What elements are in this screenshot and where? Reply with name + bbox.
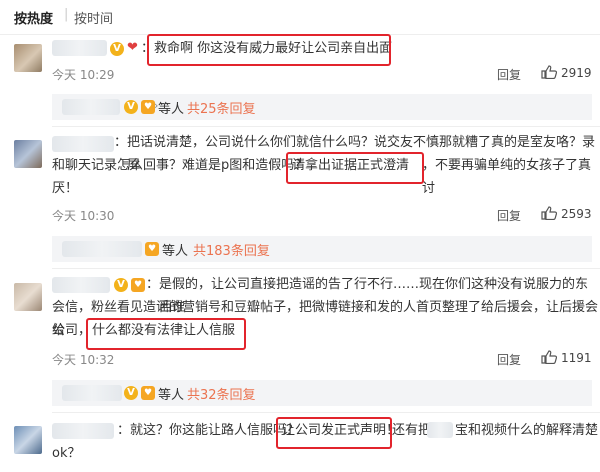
avatar[interactable] [14,44,42,72]
divider [52,412,600,413]
sort-by-hot-tab[interactable]: 按热度 [14,8,53,27]
comment-text-line: 还有把 [392,423,432,438]
reply-button[interactable]: 回复 [497,207,521,224]
avatar[interactable] [14,283,42,311]
reply-button[interactable]: 回复 [497,351,521,368]
reply-count-link[interactable]: 共25条回复 [187,98,256,117]
vip-badge-icon: V [110,42,124,56]
thumbs-up-icon[interactable] [541,65,557,79]
highlight-box [86,318,246,350]
like-count: 2919 [561,66,592,80]
comment-text-line: ，不要再骗单纯的女孩子了真讨 [422,158,592,196]
reply-others-label: 等人 [162,244,189,259]
divider [52,126,600,127]
heart-icon: ❤ [127,40,138,55]
vip-badge-icon: V [124,100,138,114]
vip-badge-icon: V [114,278,128,292]
like-count: 1191 [561,351,592,365]
username-colon: ： [117,423,131,438]
fan-badge-icon: ♥ [145,242,159,256]
username-colon: ： [146,277,160,292]
username-blurred[interactable] [52,40,107,56]
comment-text-line: 和聊天记录怎么回事？难道是p图和造假吗？ [52,158,308,173]
comment-text-line: 厌！ [52,181,79,196]
redacted-text-blurred [427,422,453,438]
thumbs-up-icon[interactable] [541,206,557,220]
like-count: 2593 [561,207,592,221]
comment-text-line: 宝和视频什么的解释清楚 [455,423,599,438]
avatar[interactable] [14,426,42,454]
highlight-box [286,152,424,184]
reply-others-label: 等人 [158,388,185,403]
reply-username-blurred[interactable] [62,241,142,257]
chevron-right-icon: › [154,99,159,112]
divider [52,268,600,269]
reply-others-label: 等人 [158,102,185,117]
thumbs-up-icon[interactable] [541,350,557,364]
username-blurred[interactable] [52,277,110,293]
sort-separator: | [64,7,69,22]
avatar[interactable] [14,140,42,168]
fan-badge-icon: ♥ [141,100,155,114]
reply-username-blurred[interactable] [62,385,122,401]
comment-time: 今天 10:32 [52,353,115,367]
reply-count-link[interactable]: 共32条回复 [187,384,256,403]
comment-time: 今天 10:30 [52,209,115,223]
sort-bar: 按热度 | 按时间 [0,0,600,35]
fan-badge-icon: ♥ [141,386,155,400]
reply-button[interactable]: 回复 [497,66,521,83]
vip-badge-icon: V [124,386,138,400]
highlight-box [147,34,391,66]
comment-text-line: 就这？你这能让路人信服吗？ [130,423,300,438]
comment-text-line: ok？ [52,446,81,461]
fan-badge-icon: ♥ [131,278,145,292]
username-colon: ： [114,135,128,150]
reply-username-blurred[interactable] [62,99,120,115]
username-blurred[interactable] [52,136,114,152]
comment-time: 今天 10:29 [52,68,115,82]
sort-by-time-tab[interactable]: 按时间 [74,8,113,27]
username-blurred[interactable] [52,423,114,439]
highlight-box [276,417,392,449]
reply-count-link[interactable]: 共183条回复 [193,240,270,259]
